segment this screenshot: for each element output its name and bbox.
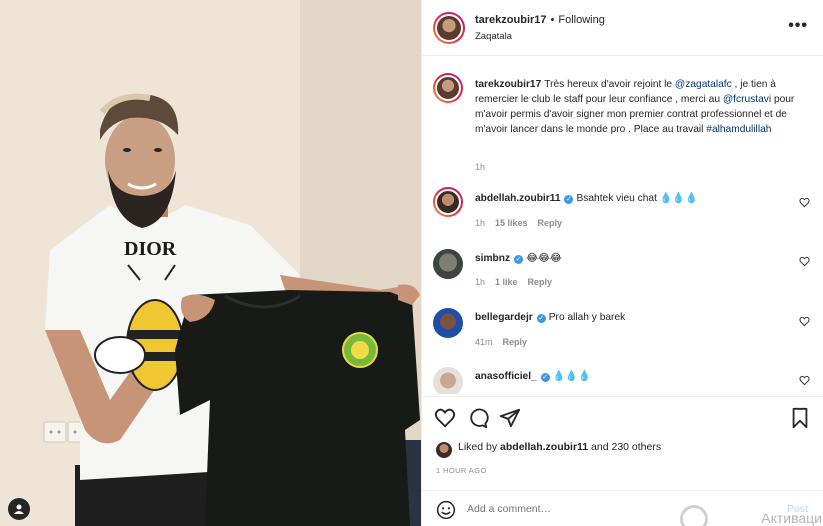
caption-text: tarekzoubir17 Très hereux d'avoir rejoint… <box>475 77 805 137</box>
comment-meta: 41m Reply <box>475 337 537 347</box>
comment-meta: 1h 15 likes Reply <box>475 218 572 228</box>
comment-username[interactable]: abdellah.zoubir11 <box>475 193 560 204</box>
post-timestamp: 1 HOUR AGO <box>436 466 487 475</box>
share-paper-plane-icon[interactable] <box>499 407 521 429</box>
liker-username[interactable]: abdellah.zoubir11 <box>500 441 588 453</box>
comment-body: Pro allah y barek <box>548 312 626 323</box>
caption-part-1: Très hereux d'avoir rejoint le <box>544 79 675 90</box>
reply-button[interactable]: Reply <box>503 337 528 347</box>
post-photo[interactable]: DIOR <box>0 0 421 526</box>
author-avatar[interactable] <box>433 12 465 44</box>
comment-bubble-icon[interactable] <box>467 407 489 429</box>
verified-icon: ✓ <box>564 195 574 204</box>
post-location[interactable]: Zaqatala <box>475 31 512 42</box>
like-comment-heart-icon[interactable] <box>799 197 810 208</box>
comment-text: bellegardejr ✓ Pro allah y barek <box>475 310 805 325</box>
reply-button[interactable]: Reply <box>538 218 563 228</box>
caption-username[interactable]: tarekzoubir17 <box>475 79 541 90</box>
comment-text: abdellah.zoubir11 ✓ Bsahtek vieu chat 💧💧💧 <box>475 191 805 206</box>
emoji-icon[interactable] <box>436 500 456 520</box>
caption-meta: 1h <box>475 162 495 172</box>
post-details-panel: tarekzoubir17 • Following Zaqatala ••• tar… <box>421 0 823 526</box>
comment-text: simbnz ✓ 😂😂😂 <box>475 251 805 266</box>
comment-body: 💧💧💧 <box>552 371 591 382</box>
save-bookmark-icon[interactable] <box>789 407 811 429</box>
add-comment-input[interactable] <box>467 503 757 515</box>
likes-summary[interactable]: Liked by abdellah.zoubir11 and 230 other… <box>458 441 661 453</box>
caption-avatar[interactable] <box>433 73 463 103</box>
following-button[interactable]: Following <box>558 14 604 26</box>
comment-username[interactable]: bellegardejr <box>475 312 533 323</box>
hashtag-alhamdulillah[interactable]: #alhamdulillah <box>706 124 771 135</box>
post-header: tarekzoubir17 • Following Zaqatala ••• <box>422 0 823 56</box>
mention-fcrustavi[interactable]: @fcrustavi <box>723 94 771 105</box>
comment-body: Bsahtek vieu chat 💧💧💧 <box>576 193 698 204</box>
comment-time: 1h <box>475 218 486 228</box>
shirt-print: DIOR <box>124 238 177 260</box>
author-username[interactable]: tarekzoubir17 <box>475 14 547 26</box>
photo-illustration: DIOR <box>0 0 421 526</box>
comment-time: 1h <box>475 277 486 287</box>
caption-time: 1h <box>475 162 486 172</box>
comment-likes[interactable]: 15 likes <box>495 218 528 228</box>
comments-list[interactable]: tarekzoubir17 Très hereux d'avoir rejoint… <box>422 57 823 394</box>
like-comment-heart-icon[interactable] <box>799 316 810 327</box>
like-comment-heart-icon[interactable] <box>799 256 810 267</box>
comment-body: 😂😂😂 <box>526 253 562 264</box>
comment-avatar[interactable] <box>433 367 463 394</box>
comment-meta: 1h 1 like Reply <box>475 277 562 287</box>
comment-time: 41m <box>475 337 493 347</box>
mention-zagatalafc[interactable]: @zagatalafc <box>675 79 732 90</box>
post-actions: Liked by abdellah.zoubir11 and 230 other… <box>422 396 823 502</box>
comment-avatar[interactable] <box>433 308 463 338</box>
comment-text: anasofficiel_ ✓ 💧💧💧 <box>475 369 805 384</box>
post-comment-button[interactable]: Post <box>787 503 808 515</box>
likes-suffix[interactable]: and 230 others <box>588 441 661 453</box>
tagged-user-icon[interactable] <box>8 498 30 520</box>
verified-icon: ✓ <box>540 373 550 382</box>
reply-button[interactable]: Reply <box>528 277 553 287</box>
liker-avatar[interactable] <box>436 442 452 458</box>
verified-icon: ✓ <box>536 314 546 323</box>
more-options-icon[interactable]: ••• <box>788 18 808 34</box>
add-comment-bar: Активаци Post <box>422 490 823 526</box>
like-heart-icon[interactable] <box>434 407 456 429</box>
comment-username[interactable]: simbnz <box>475 253 510 264</box>
comment-username[interactable]: anasofficiel_ <box>475 371 537 382</box>
likes-prefix: Liked by <box>458 441 501 453</box>
like-comment-heart-icon[interactable] <box>799 375 810 386</box>
verified-icon: ✓ <box>514 255 524 264</box>
author-line: tarekzoubir17 • Following <box>475 14 605 26</box>
comment-avatar[interactable] <box>433 187 463 217</box>
comment-likes[interactable]: 1 like <box>495 277 518 287</box>
separator-dot: • <box>550 14 555 26</box>
windows-activation-logo-icon <box>680 505 708 526</box>
comment-avatar[interactable] <box>433 249 463 279</box>
